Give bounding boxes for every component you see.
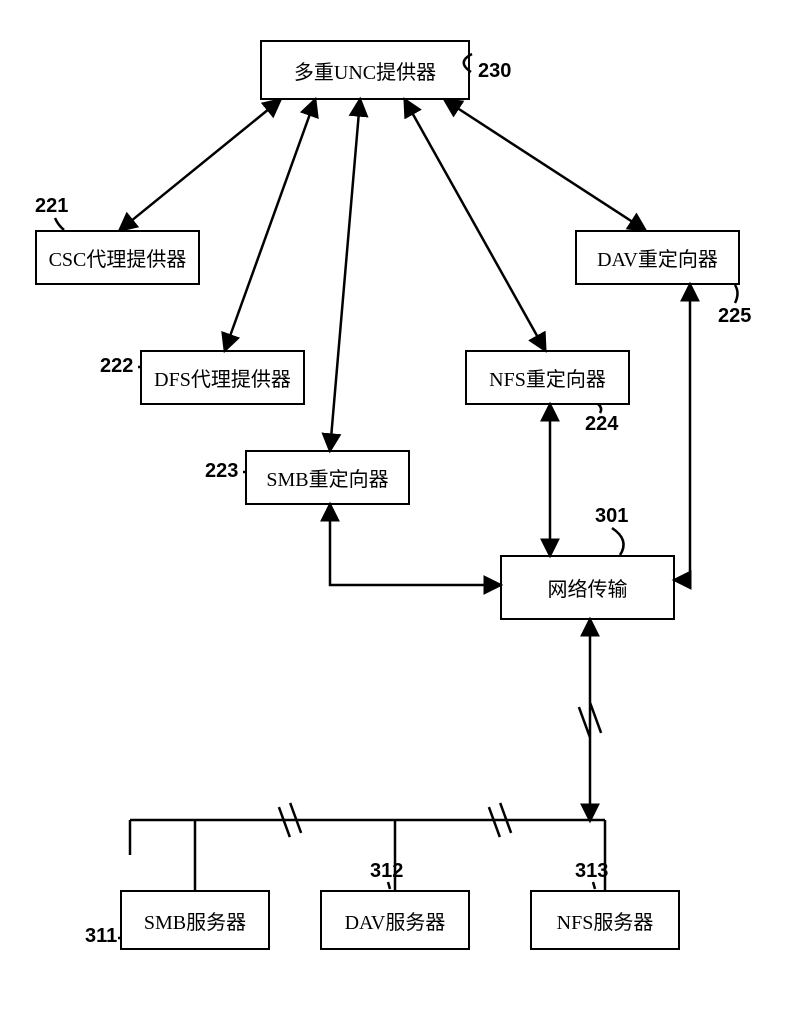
node-nfs-redir: NFS重定向器 [465, 350, 630, 405]
ref-230: 230 [478, 60, 511, 83]
node-dav-server: DAV服务器 [320, 890, 470, 950]
ref-222-hook [0, 0, 800, 1010]
ref-221: 221 [35, 195, 68, 218]
ref-225-hook [0, 0, 800, 1010]
node-net-transport: 网络传输 [500, 555, 675, 620]
node-nfs-server: NFS服务器 [530, 890, 680, 950]
node-smb-server: SMB服务器 [120, 890, 270, 950]
ref-312-hook [0, 0, 800, 1010]
node-mup-label: 多重UNC提供器 [294, 56, 436, 85]
node-smb-server-label: SMB服务器 [144, 906, 246, 935]
node-dfs: DFS代理提供器 [140, 350, 305, 405]
node-dfs-label: DFS代理提供器 [154, 363, 291, 392]
ref-224-hook [0, 0, 800, 1010]
ref-224: 224 [585, 413, 618, 436]
node-dav-redir-label: DAV重定向器 [597, 243, 718, 272]
node-smb-redir-label: SMB重定向器 [266, 463, 388, 492]
node-nfs-redir-label: NFS重定向器 [489, 363, 606, 392]
ref-311: 311 [85, 925, 117, 948]
ref-225: 225 [718, 305, 751, 328]
node-dav-server-label: DAV服务器 [345, 906, 446, 935]
node-csc-label: CSC代理提供器 [49, 243, 187, 272]
ref-313: 313 [575, 860, 608, 883]
ref-313-hook [0, 0, 800, 1010]
node-csc: CSC代理提供器 [35, 230, 200, 285]
node-smb-redir: SMB重定向器 [245, 450, 410, 505]
node-dav-redir: DAV重定向器 [575, 230, 740, 285]
diagram-canvas: 多重UNC提供器 230 CSC代理提供器 221 DAV重定向器 225 DF… [0, 0, 800, 1010]
ref-311-hook [0, 0, 800, 1010]
connectors [0, 0, 800, 1010]
ref-301: 301 [595, 505, 628, 528]
node-mup: 多重UNC提供器 [260, 40, 470, 100]
ref-223: 223 [205, 460, 238, 483]
node-nfs-server-label: NFS服务器 [557, 906, 654, 935]
ref-222: 222 [100, 355, 133, 378]
ref-301-hook [0, 0, 800, 1010]
ref-230-hook [0, 0, 800, 1010]
ref-312: 312 [370, 860, 403, 883]
ref-221-hook [0, 0, 800, 1010]
ref-223-hook [0, 0, 800, 1010]
node-net-transport-label: 网络传输 [548, 573, 628, 602]
